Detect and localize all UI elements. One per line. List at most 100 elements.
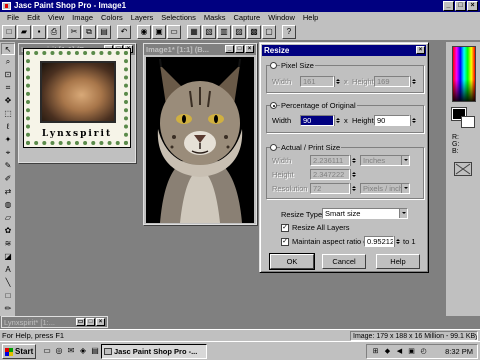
mail-icon[interactable]: ✉ [66, 346, 76, 356]
percent-height-spinner[interactable] [410, 115, 416, 126]
cut-icon[interactable]: ✂ [67, 25, 81, 39]
new-icon[interactable]: □ [2, 25, 16, 39]
no-fill-icon[interactable] [454, 162, 472, 176]
percent-width-field[interactable]: 90 [300, 115, 334, 126]
doc-maximize-button[interactable]: □ [235, 45, 244, 53]
menu-item-view[interactable]: View [44, 12, 68, 23]
resolution-field[interactable]: 72 [310, 183, 350, 194]
color-spectrum-picker[interactable] [452, 46, 476, 102]
chevron-down-icon[interactable] [399, 209, 407, 218]
arrow-tool-icon[interactable]: ↖ [1, 43, 15, 55]
line-tool-icon[interactable]: ╲ [1, 277, 15, 289]
aspect-ratio-spinner[interactable] [394, 236, 400, 247]
task-button-paint-shop-pro[interactable]: Jasc Paint Shop Pro -... [101, 344, 207, 359]
desktop-icon[interactable]: ▭ [42, 346, 52, 356]
crop-tool-icon[interactable]: ⌗ [1, 82, 15, 94]
menu-item-window[interactable]: Window [264, 12, 299, 23]
menu-item-masks[interactable]: Masks [200, 12, 230, 23]
close-button[interactable]: × [96, 318, 105, 326]
eraser-tool-icon[interactable]: ▱ [1, 212, 15, 224]
volume-icon[interactable]: ◀ [395, 347, 404, 356]
tool-palette-icon[interactable]: ▦ [187, 25, 201, 39]
deformation-tool-icon[interactable]: ⊡ [1, 69, 15, 81]
doc-window-image1[interactable]: Image1* [1:1] (B... _ □ × [143, 43, 257, 225]
color-palette-icon[interactable]: ▥ [217, 25, 231, 39]
percent-height-field[interactable]: 90 [374, 115, 410, 126]
maximize-button[interactable]: □ [86, 318, 95, 326]
actual-height-field[interactable]: 2.347222 [310, 169, 350, 180]
dialog-title-bar[interactable]: Resize × [262, 45, 426, 56]
pixel-width-field[interactable]: 161 [300, 76, 334, 87]
actual-size-radio[interactable] [270, 144, 277, 151]
menu-item-capture[interactable]: Capture [230, 12, 265, 23]
print-icon[interactable]: ⎙ [47, 25, 61, 39]
chevron-down-icon[interactable] [401, 184, 409, 193]
percent-width-spinner[interactable] [334, 115, 340, 126]
units-select[interactable]: Inches [360, 155, 410, 166]
aspect-ratio-field[interactable]: 0.952127 [364, 236, 394, 247]
save-icon[interactable]: ▪ [32, 25, 46, 39]
pixel-width-spinner[interactable] [334, 76, 340, 87]
channels-icon[interactable]: ◈ [78, 346, 88, 356]
cancel-button[interactable]: Cancel [322, 254, 366, 269]
doc-close-button[interactable]: × [245, 45, 254, 53]
actual-height-spinner[interactable] [350, 169, 356, 180]
maximize-button[interactable]: □ [455, 1, 466, 11]
normal-view-icon[interactable]: ▣ [152, 25, 166, 39]
paint-brush-tool-icon[interactable]: ✎ [1, 160, 15, 172]
help-button[interactable]: Help [376, 254, 420, 269]
histogram-icon[interactable]: ▨ [232, 25, 246, 39]
open-icon[interactable]: ▰ [17, 25, 31, 39]
mover-tool-icon[interactable]: ✥ [1, 95, 15, 107]
resize-all-layers-checkbox[interactable]: ✓ [281, 224, 289, 232]
dialog-close-button[interactable]: × [416, 46, 425, 54]
resolution-units-select[interactable]: Pixels / inch [360, 183, 410, 194]
scheduler-icon[interactable]: ◴ [419, 347, 428, 356]
start-button[interactable]: Start [2, 344, 36, 359]
copy-icon[interactable]: ⧉ [82, 25, 96, 39]
background-color-swatch[interactable] [461, 116, 475, 128]
lynxspirit-image[interactable]: Lynxspirit [23, 48, 131, 148]
minimize-button[interactable]: _ [443, 1, 454, 11]
shape-tool-icon[interactable]: □ [1, 290, 15, 302]
full-screen-icon[interactable]: ▭ [167, 25, 181, 39]
control-palette-icon[interactable]: ▧ [202, 25, 216, 39]
maintain-aspect-checkbox[interactable]: ✓ [281, 238, 289, 246]
clone-brush-tool-icon[interactable]: ✐ [1, 173, 15, 185]
freehand-tool-icon[interactable]: ℓ [1, 121, 15, 133]
paste-icon[interactable]: ▤ [97, 25, 111, 39]
picture-tube-tool-icon[interactable]: ✿ [1, 225, 15, 237]
zoom-tool-icon[interactable]: ⌕ [1, 56, 15, 68]
pixel-size-radio[interactable] [270, 62, 277, 69]
close-button[interactable]: × [467, 1, 478, 11]
help-icon[interactable]: ? [282, 25, 296, 39]
selection-tool-icon[interactable]: ⬚ [1, 108, 15, 120]
magic-wand-tool-icon[interactable]: ✦ [1, 134, 15, 146]
zoom-icon[interactable]: ◉ [137, 25, 151, 39]
network-icon[interactable]: ⊞ [371, 347, 380, 356]
menu-item-image[interactable]: Image [68, 12, 97, 23]
chevron-down-icon[interactable] [401, 156, 409, 165]
menu-item-edit[interactable]: Edit [23, 12, 44, 23]
menu-item-file[interactable]: File [3, 12, 23, 23]
doc-title-bar[interactable]: Image1* [1:1] (B... _ □ × [144, 44, 256, 55]
overview-icon[interactable]: ▢ [262, 25, 276, 39]
doc-window-lynxspirit[interactable]: Lynxspirit [1:1] (Ba... _ □ × Lynxspirit [18, 43, 136, 163]
browser-icon[interactable]: ◎ [54, 346, 64, 356]
actual-width-field[interactable]: 2.236111 [310, 155, 350, 166]
pixel-height-field[interactable]: 169 [374, 76, 410, 87]
ok-button[interactable]: OK [269, 253, 315, 270]
actual-width-spinner[interactable] [350, 155, 356, 166]
layer-palette-icon[interactable]: ▩ [247, 25, 261, 39]
undo-icon[interactable]: ↶ [117, 25, 131, 39]
menu-item-help[interactable]: Help [299, 12, 322, 23]
flood-fill-tool-icon[interactable]: ◪ [1, 251, 15, 263]
percentage-radio[interactable] [270, 102, 277, 109]
draw-tool-icon[interactable]: ✏ [1, 303, 15, 315]
antivirus-icon[interactable]: ◆ [383, 347, 392, 356]
resolution-spinner[interactable] [350, 183, 356, 194]
dropper-tool-icon[interactable]: ⌖ [1, 147, 15, 159]
menu-item-selections[interactable]: Selections [157, 12, 200, 23]
color-replacer-tool-icon[interactable]: ⇄ [1, 186, 15, 198]
folder-icon[interactable]: ▤ [90, 346, 100, 356]
